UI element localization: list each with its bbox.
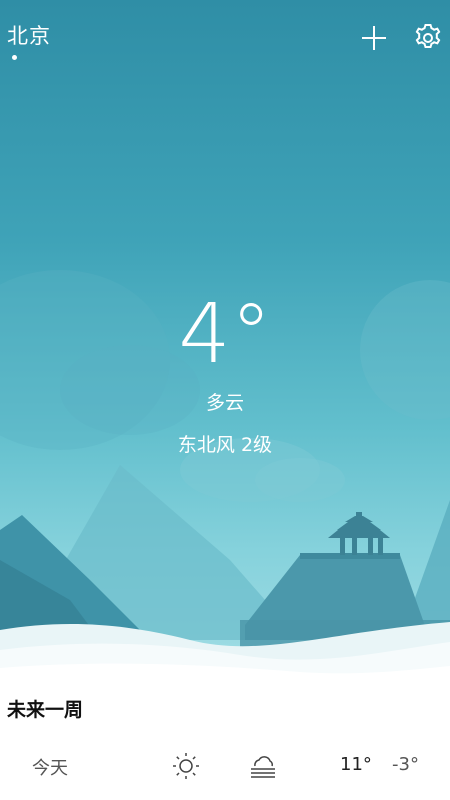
- forecast-row[interactable]: 今天 11° -3°: [0, 742, 450, 792]
- forecast-low-temp: -3°: [392, 754, 419, 775]
- add-city-button[interactable]: [360, 24, 388, 52]
- plus-icon: [362, 26, 386, 50]
- city-name[interactable]: 北京: [7, 20, 51, 50]
- fog-icon: [251, 756, 275, 778]
- page-indicator-dot: [12, 55, 17, 60]
- settings-button[interactable]: [412, 22, 444, 54]
- forecast-title: 未来一周: [7, 699, 84, 721]
- gear-icon: [415, 24, 441, 48]
- wind-info: 东北风 2级: [177, 434, 273, 456]
- forecast-high-temp: 11°: [340, 754, 372, 775]
- weather-condition: 多云: [205, 392, 244, 414]
- current-temperature: 4°: [178, 287, 272, 382]
- forecast-day-label: 今天: [32, 758, 68, 779]
- sun-icon: [173, 753, 199, 779]
